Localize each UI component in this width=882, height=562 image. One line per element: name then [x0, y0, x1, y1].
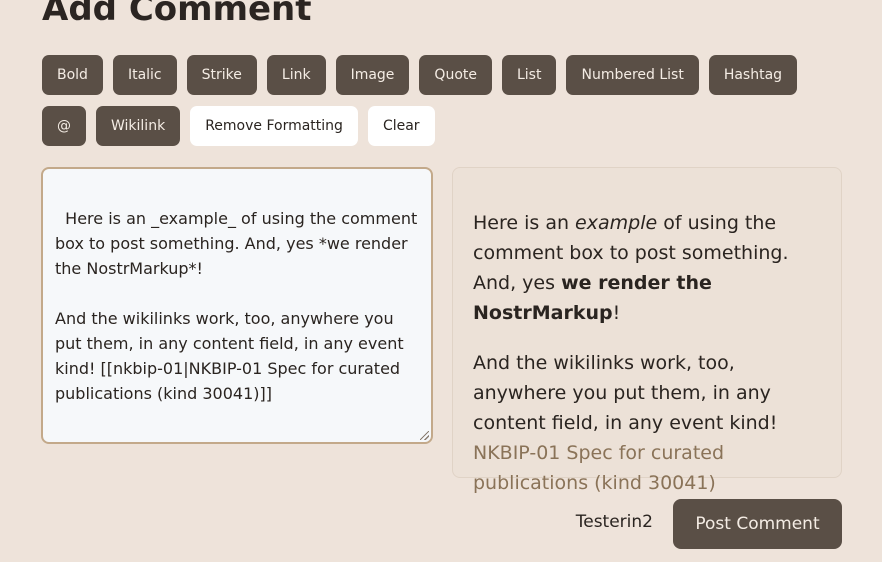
post-comment-button[interactable]: Post Comment [673, 499, 842, 549]
numbered-list-button[interactable]: Numbered List [566, 55, 699, 95]
username-label: Testerin2 [575, 512, 653, 532]
strike-button[interactable]: Strike [186, 55, 257, 95]
preview-italic-text: example [575, 212, 658, 234]
bold-button[interactable]: Bold [42, 55, 103, 95]
mention-button[interactable]: @ [42, 106, 86, 146]
comment-preview: Here is an example of using the comment … [452, 167, 842, 494]
clear-button[interactable]: Clear [367, 106, 435, 146]
preview-wikilink[interactable]: NKBIP-01 Spec for curated publications (… [473, 442, 724, 494]
preview-paragraph-1: Here is an example of using the comment … [473, 212, 789, 324]
remove-formatting-button[interactable]: Remove Formatting [190, 106, 358, 146]
link-button[interactable]: Link [266, 55, 326, 95]
italic-button[interactable]: Italic [112, 55, 177, 95]
page-title: Add Comment [42, 0, 312, 29]
list-button[interactable]: List [501, 55, 557, 95]
image-button[interactable]: Image [335, 55, 410, 95]
quote-button[interactable]: Quote [419, 55, 492, 95]
resize-handle-icon[interactable] [420, 431, 429, 440]
preview-paragraph-2: And the wikilinks work, too, anywhere yo… [473, 352, 778, 494]
comment-textarea-text: Here is an _example_ of using the commen… [55, 209, 418, 403]
wikilink-button[interactable]: Wikilink [96, 106, 181, 146]
formatting-toolbar-row-1: Bold Italic Strike Link Image Quote List… [42, 55, 798, 95]
hashtag-button[interactable]: Hashtag [708, 55, 798, 95]
comment-textarea[interactable]: Here is an _example_ of using the commen… [41, 167, 433, 444]
formatting-toolbar-row-2: @ Wikilink Remove Formatting Clear [42, 106, 435, 146]
